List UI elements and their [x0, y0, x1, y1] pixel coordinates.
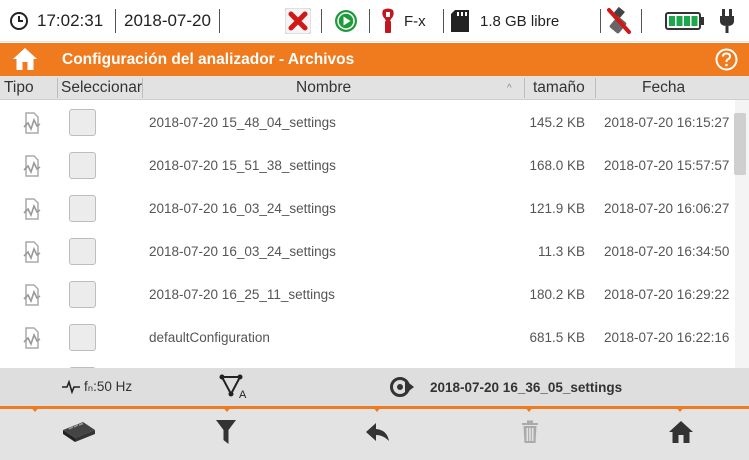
column-header-nombre[interactable]: Nombre	[296, 76, 351, 100]
row-select-checkbox[interactable]	[69, 324, 96, 351]
usb-disconnected-icon	[606, 0, 632, 42]
table-row[interactable]: 2018-07-20 15_51_38_settings 168.0 KB 2018…	[0, 144, 735, 187]
clamp-icon	[380, 0, 396, 42]
title-bar: Configuración del analizador - Archivos	[0, 43, 749, 76]
current-settings-file: 2018-07-20 16_36_05_settings	[430, 379, 623, 395]
table-row[interactable]: defaultConfiguration 681.5 KB 2018-07-20 1…	[0, 316, 735, 359]
file-date: 2018-07-20 15:42:04	[604, 359, 729, 368]
clock-icon	[9, 0, 29, 42]
home-icon	[668, 420, 694, 449]
file-date: 2018-07-20 16:22:16	[604, 330, 730, 345]
file-size: 168.0 KB	[529, 158, 585, 173]
file-type-icon	[22, 316, 42, 359]
config-icon	[390, 368, 416, 406]
bottom-toolbar	[0, 406, 749, 460]
file-name: 2018-07-20 15_48_04_settings	[149, 115, 336, 130]
file-name: 2018-07-20 16_25_11_settings	[149, 287, 335, 302]
file-type-icon	[22, 187, 42, 230]
filter-button[interactable]	[176, 409, 276, 460]
sd-card-icon	[450, 0, 470, 42]
column-header-fecha[interactable]: Fecha	[642, 76, 685, 100]
file-date: 2018-07-20 15:57:57	[604, 158, 730, 173]
sort-asc-icon: ^	[507, 82, 512, 94]
table-header: Tipo Seleccionar Nombre ^ tamaño Fecha	[0, 76, 749, 100]
help-icon[interactable]	[715, 48, 738, 76]
status-bar: 17:02:31 2018-07-20 F-x 1.8 GB libre	[0, 0, 749, 42]
file-type-icon	[22, 230, 42, 273]
file-date: 2018-07-20 16:15:27	[604, 115, 730, 130]
table-row[interactable]: 2018-07-20 16_03_24_settings 11.3 KB 2018-…	[0, 230, 735, 273]
filter-icon	[215, 418, 237, 451]
file-size: 145.2 KB	[529, 115, 585, 130]
page-title: Configuración del analizador - Archivos	[62, 50, 355, 68]
memory-button[interactable]	[29, 409, 129, 460]
file-type-icon	[22, 359, 42, 368]
memory-stick-icon	[61, 421, 97, 448]
file-size: 11.3 KB	[537, 244, 585, 259]
table-row[interactable]: 2018-07-20 16_25_11_settings 180.2 KB 2018…	[0, 273, 735, 316]
trash-icon	[521, 420, 539, 449]
file-size: 180.2 KB	[529, 287, 585, 302]
file-name: 2018-07-20 16_03_24_settings	[149, 244, 336, 259]
clamp-label: F-x	[404, 12, 426, 30]
file-name: 2018-07-20 16_03_24_settings	[149, 201, 336, 216]
battery-icon	[665, 0, 705, 42]
file-size: 121.9 KB	[529, 201, 585, 216]
row-select-checkbox[interactable]	[69, 195, 96, 222]
table-row[interactable]: 2018-07-20 16_03_24_settings 121.9 KB 2018…	[0, 187, 735, 230]
svg-text:A: A	[239, 389, 247, 400]
file-date: 2018-07-20 16:34:50	[604, 244, 730, 259]
status-time: 17:02:31	[37, 11, 104, 30]
delete-button[interactable]	[480, 409, 580, 460]
file-type-icon	[22, 144, 42, 187]
back-button[interactable]	[328, 409, 428, 460]
plug-icon	[718, 0, 736, 42]
file-type-icon	[22, 273, 42, 316]
file-date: 2018-07-20 16:06:27	[604, 201, 730, 216]
home-icon[interactable]	[12, 46, 38, 77]
frequency-readout: fₙ:50 Hz	[84, 379, 133, 394]
file-list: 2018-07-20 15_48_04_settings 145.2 KB 2018…	[0, 100, 735, 368]
close-icon[interactable]	[285, 0, 311, 42]
info-bar: fₙ:50 Hz A 2018-07-20 16_36_05_settings	[0, 368, 749, 406]
file-name: defaultConfiguration	[149, 330, 270, 345]
file-size: 2.5 KB	[524, 359, 585, 368]
file-type-icon	[22, 101, 42, 144]
waveform-icon	[62, 368, 80, 406]
home-button[interactable]	[631, 409, 731, 460]
row-select-checkbox[interactable]	[69, 238, 96, 265]
storage-free: 1.8 GB libre	[480, 12, 560, 30]
table-row[interactable]: 2018-07-20 15_48_04_settings 145.2 KB 2018…	[0, 101, 735, 144]
table-row[interactable]: defaultConfiguration 2.5 KB 2018-07-20 15:…	[0, 359, 735, 368]
row-select-checkbox[interactable]	[69, 152, 96, 179]
phasor-icon[interactable]: A	[219, 368, 249, 406]
row-select-checkbox[interactable]	[69, 109, 96, 136]
row-select-checkbox[interactable]	[69, 281, 96, 308]
scrollbar-thumb[interactable]	[734, 113, 746, 175]
file-name: 2018-07-20 15_51_38_settings	[149, 158, 336, 173]
file-date: 2018-07-20 16:29:22	[604, 287, 730, 302]
file-name: defaultConfiguration	[149, 359, 270, 368]
status-date: 2018-07-20	[124, 11, 211, 30]
file-size: 681.5 KB	[529, 330, 585, 345]
column-header-seleccionar[interactable]: Seleccionar	[61, 76, 142, 100]
column-header-tipo[interactable]: Tipo	[4, 76, 54, 100]
play-icon[interactable]	[334, 0, 358, 42]
column-header-tamano[interactable]: tamaño	[533, 76, 585, 100]
back-icon	[365, 421, 391, 448]
